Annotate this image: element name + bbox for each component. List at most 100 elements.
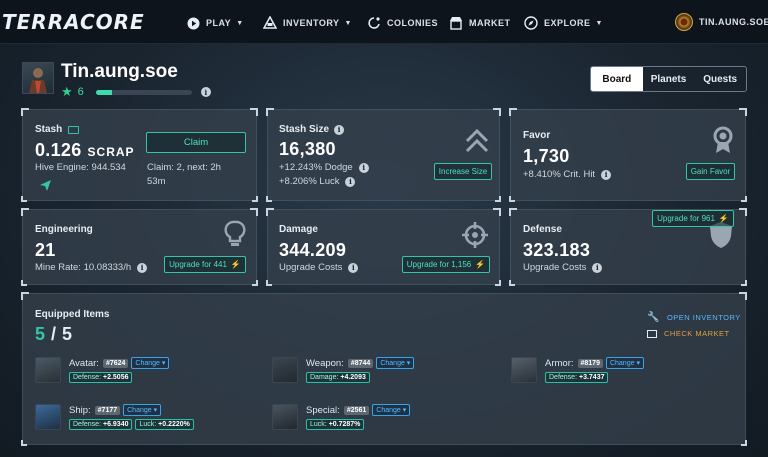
equip-stats: Damage: +4.2093 — [306, 372, 417, 383]
armor-thumb[interactable] — [511, 357, 537, 383]
equip-stats: Luck: +0.7287% — [306, 419, 413, 430]
defense-costs-label: Upgrade Costs — [523, 262, 587, 273]
stash-size-card: Stash Size i 16,380 +12.243% Dodge i +8.… — [266, 108, 501, 202]
stash-size-title-row: Stash Size i — [279, 124, 345, 135]
info-icon[interactable]: i — [345, 176, 356, 187]
chevron-down-icon: ▼ — [344, 19, 352, 27]
xp-progress-fill — [95, 89, 113, 95]
lightning-icon: ⚡ — [230, 260, 241, 269]
equip-slot-avatar: Avatar: #7624 Change ▾ Defense: +2.5056 — [35, 357, 172, 383]
item-id-badge: #8179 — [577, 358, 603, 368]
xp-progress-bar — [95, 89, 192, 95]
send-icon[interactable] — [40, 178, 51, 196]
stat-name: Damage: — [310, 374, 339, 381]
wallet-icon — [68, 125, 80, 134]
weapon-thumb[interactable] — [272, 357, 298, 383]
damage-value: 344.209 — [279, 240, 347, 260]
slot-label: Weapon: — [306, 357, 344, 369]
special-thumb[interactable] — [272, 404, 298, 430]
equip-stats: Defense: +2.5056 — [69, 372, 172, 383]
stash-unit: SCRAP — [87, 145, 135, 159]
equip-info: Avatar: #7624 Change ▾ Defense: +2.5056 — [69, 357, 172, 383]
defense-title: Defense — [523, 224, 562, 235]
equip-slot-ship: Ship: #7177 Change ▾ Defense: +6.9340 Lu… — [35, 404, 197, 430]
user-menu[interactable]: TIN.AUNG.SOE — [675, 13, 768, 31]
damage-card: Damage 344.209 Upgrade Costs i Upgrade f… — [266, 208, 501, 286]
upgrade-damage-button[interactable]: Upgrade for 1,156 ⚡ — [402, 256, 490, 273]
upgrade-defense-button[interactable]: Upgrade for 961 ⚡ — [652, 210, 734, 227]
stat-name: Defense: — [73, 374, 102, 381]
info-icon[interactable]: i — [348, 262, 359, 273]
profile-name: Tin.aung.soe — [61, 61, 178, 82]
defense-card: Defense 323.183 Upgrade Costs i Upgrade … — [509, 208, 747, 286]
stash-amount: 0.126 — [35, 140, 82, 160]
equipped-count: 5 — [35, 324, 46, 344]
equip-slot-weapon: Weapon: #8744 Change ▾ Damage: +4.2093 — [272, 357, 417, 383]
ship-thumb[interactable] — [35, 404, 61, 430]
luck-bonus: +8.206% Luck — [279, 176, 340, 187]
change-label: Change — [135, 360, 160, 367]
stash-card: Stash 0.126 SCRAP Hive Engine: 944.534 C… — [21, 108, 258, 202]
play-icon — [186, 16, 200, 30]
upgrade-engineering-button[interactable]: Upgrade for 441 ⚡ — [164, 256, 246, 273]
user-name: TIN.AUNG.SOE — [699, 17, 768, 27]
change-armor-button[interactable]: Change ▾ — [605, 357, 644, 369]
equipped-title: Equipped Items — [35, 309, 110, 320]
compass-icon — [524, 16, 538, 30]
slot-label: Ship: — [69, 404, 91, 416]
nav-colonies[interactable]: COLONIES — [367, 14, 438, 32]
change-weapon-button[interactable]: Change ▾ — [376, 357, 415, 369]
ship-icon — [263, 16, 277, 30]
upgrade-defense-label: Upgrade for 961 — [657, 214, 715, 223]
tab-quests[interactable]: Quests — [694, 67, 746, 91]
terracore-logo[interactable]: TERRACORE — [2, 10, 145, 34]
chevron-down-icon: ▼ — [236, 19, 244, 27]
equip-head: Avatar: #7624 Change ▾ — [69, 357, 172, 369]
nav-market[interactable]: MARKET — [449, 14, 511, 32]
change-special-button[interactable]: Change ▾ — [372, 404, 411, 416]
nav-inventory[interactable]: INVENTORY ▼ — [263, 14, 352, 32]
claim-button[interactable]: Claim — [146, 132, 246, 153]
nav-colonies-label: COLONIES — [387, 18, 439, 28]
nav-explore[interactable]: EXPLORE ▼ — [524, 14, 603, 32]
info-icon[interactable]: i — [334, 124, 345, 135]
crit-row: +8.410% Crit. Hit i — [523, 169, 612, 180]
gain-favor-button[interactable]: Gain Favor — [686, 163, 735, 180]
info-icon[interactable]: i — [592, 262, 603, 273]
lightbulb-icon — [224, 220, 246, 253]
info-icon[interactable]: i — [137, 262, 148, 273]
claim-info: Claim: 2, next: 2h — [147, 162, 221, 173]
damage-costs-row: Upgrade Costs i — [279, 262, 359, 273]
nav-play[interactable]: PLAY ▼ — [186, 14, 244, 32]
slot-label: Armor: — [545, 357, 574, 369]
stat-value: +0.2220% — [158, 421, 190, 428]
info-icon[interactable]: i — [601, 169, 612, 180]
tab-planets[interactable]: Planets — [643, 67, 695, 91]
avatar-thumb[interactable] — [35, 357, 61, 383]
info-icon[interactable]: i — [358, 162, 369, 173]
open-inventory-link[interactable]: 🔧 OPEN INVENTORY — [647, 312, 741, 323]
check-market-link[interactable]: CHECK MARKET — [647, 329, 730, 338]
stat-value: +2.5056 — [102, 374, 129, 381]
equipped-total: 5 — [62, 324, 73, 344]
equip-stats: Defense: +3.7437 — [545, 372, 647, 383]
equip-info: Ship: #7177 Change ▾ Defense: +6.9340 Lu… — [69, 404, 197, 430]
market-icon — [647, 329, 657, 338]
hive-engine-balance: Hive Engine: 944.534 — [35, 162, 126, 173]
change-avatar-button[interactable]: Change ▾ — [131, 357, 170, 369]
stash-size-value: 16,380 — [279, 139, 336, 159]
top-nav: TERRACORE PLAY ▼ INVENTORY ▼ COLONIES MA… — [0, 0, 768, 44]
favor-value: 1,730 — [523, 146, 570, 166]
upgrade-damage-label: Upgrade for 1,156 — [406, 260, 472, 269]
equip-head: Special: #2561 Change ▾ — [306, 404, 413, 416]
info-icon[interactable]: i — [200, 87, 211, 97]
change-label: Change — [127, 407, 152, 414]
equip-slot-armor: Armor: #8179 Change ▾ Defense: +3.7437 — [511, 357, 647, 383]
increase-size-button[interactable]: Increase Size — [434, 163, 492, 180]
item-id-badge: #7177 — [94, 405, 121, 415]
change-ship-button[interactable]: Change ▾ — [123, 404, 162, 416]
lightning-icon: ⚡ — [718, 214, 729, 223]
level-value: 6 — [77, 86, 84, 98]
tab-board[interactable]: Board — [591, 67, 643, 91]
profile-avatar — [22, 62, 54, 94]
